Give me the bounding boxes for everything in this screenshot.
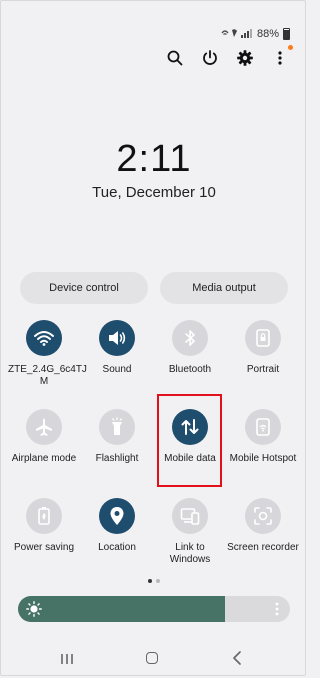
sound-icon (99, 320, 135, 356)
status-bar: 88% (221, 27, 290, 41)
tile-sound[interactable]: Sound (81, 320, 153, 376)
battery-percentage: 88% (256, 28, 279, 40)
home-icon[interactable] (146, 652, 158, 664)
tile-screen-recorder[interactable]: Screen recorder (227, 498, 299, 554)
tile-location[interactable]: Location (81, 498, 153, 554)
screen-recorder-icon (245, 498, 281, 534)
tile-label: Flashlight (95, 453, 139, 464)
tile-label: Power saving (13, 542, 75, 553)
tile-link-to-windows[interactable]: Link to Windows (154, 498, 226, 565)
tile-label: Airplane mode (11, 453, 77, 464)
brightness-slider[interactable] (18, 596, 290, 622)
highlight-box (157, 394, 222, 487)
bluetooth-icon (172, 320, 208, 356)
notification-dot (288, 45, 293, 50)
link-to-windows-icon (172, 498, 208, 534)
page-dot-active (148, 579, 152, 583)
page-indicator (0, 579, 308, 583)
flashlight-icon (99, 409, 135, 445)
tile-label: Mobile Hotspot (229, 453, 297, 464)
power-saving-icon (26, 498, 62, 534)
hotspot-icon (245, 409, 281, 445)
power-icon[interactable] (200, 48, 220, 68)
tile-label: Bluetooth (168, 364, 212, 375)
tile-wifi[interactable]: ZTE_2.4G_6c4TJ M (8, 320, 87, 387)
recents-icon[interactable] (60, 652, 74, 664)
navigation-bar (0, 648, 308, 668)
tile-label: Link to Windows (169, 542, 211, 565)
tile-mobile-hotspot[interactable]: Mobile Hotspot (227, 409, 299, 465)
brightness-slider-fill (18, 596, 225, 622)
sun-icon (26, 601, 42, 617)
clock-date: Tue, December 10 (92, 184, 216, 201)
brightness-options-icon[interactable] (274, 601, 280, 617)
tile-bluetooth[interactable]: Bluetooth (154, 320, 226, 376)
tile-label: ZTE_2.4G_6c4TJ M (8, 364, 87, 387)
battery-icon (283, 28, 290, 40)
wifi-icon (26, 320, 62, 356)
tile-power-saving[interactable]: Power saving (8, 498, 80, 554)
clock-time: 2:11 (116, 138, 192, 180)
settings-gear-icon[interactable] (235, 48, 255, 68)
portrait-lock-icon (245, 320, 281, 356)
tile-label: Portrait (246, 364, 280, 375)
tile-label: Screen recorder (227, 542, 299, 553)
tile-portrait[interactable]: Portrait (227, 320, 299, 376)
back-icon[interactable] (232, 651, 242, 665)
signal-icons (221, 28, 255, 40)
page-dot (156, 579, 160, 583)
tile-label: Location (98, 542, 136, 553)
search-icon[interactable] (165, 48, 185, 68)
media-output-button[interactable]: Media output (160, 272, 288, 304)
tile-label: Sound (102, 364, 132, 375)
more-options-icon[interactable] (270, 45, 293, 68)
airplane-icon (26, 409, 62, 445)
quick-panel-toolbar (165, 45, 293, 68)
tile-flashlight[interactable]: Flashlight (81, 409, 153, 465)
location-icon (99, 498, 135, 534)
device-control-button[interactable]: Device control (20, 272, 148, 304)
tile-airplane-mode[interactable]: Airplane mode (8, 409, 80, 465)
